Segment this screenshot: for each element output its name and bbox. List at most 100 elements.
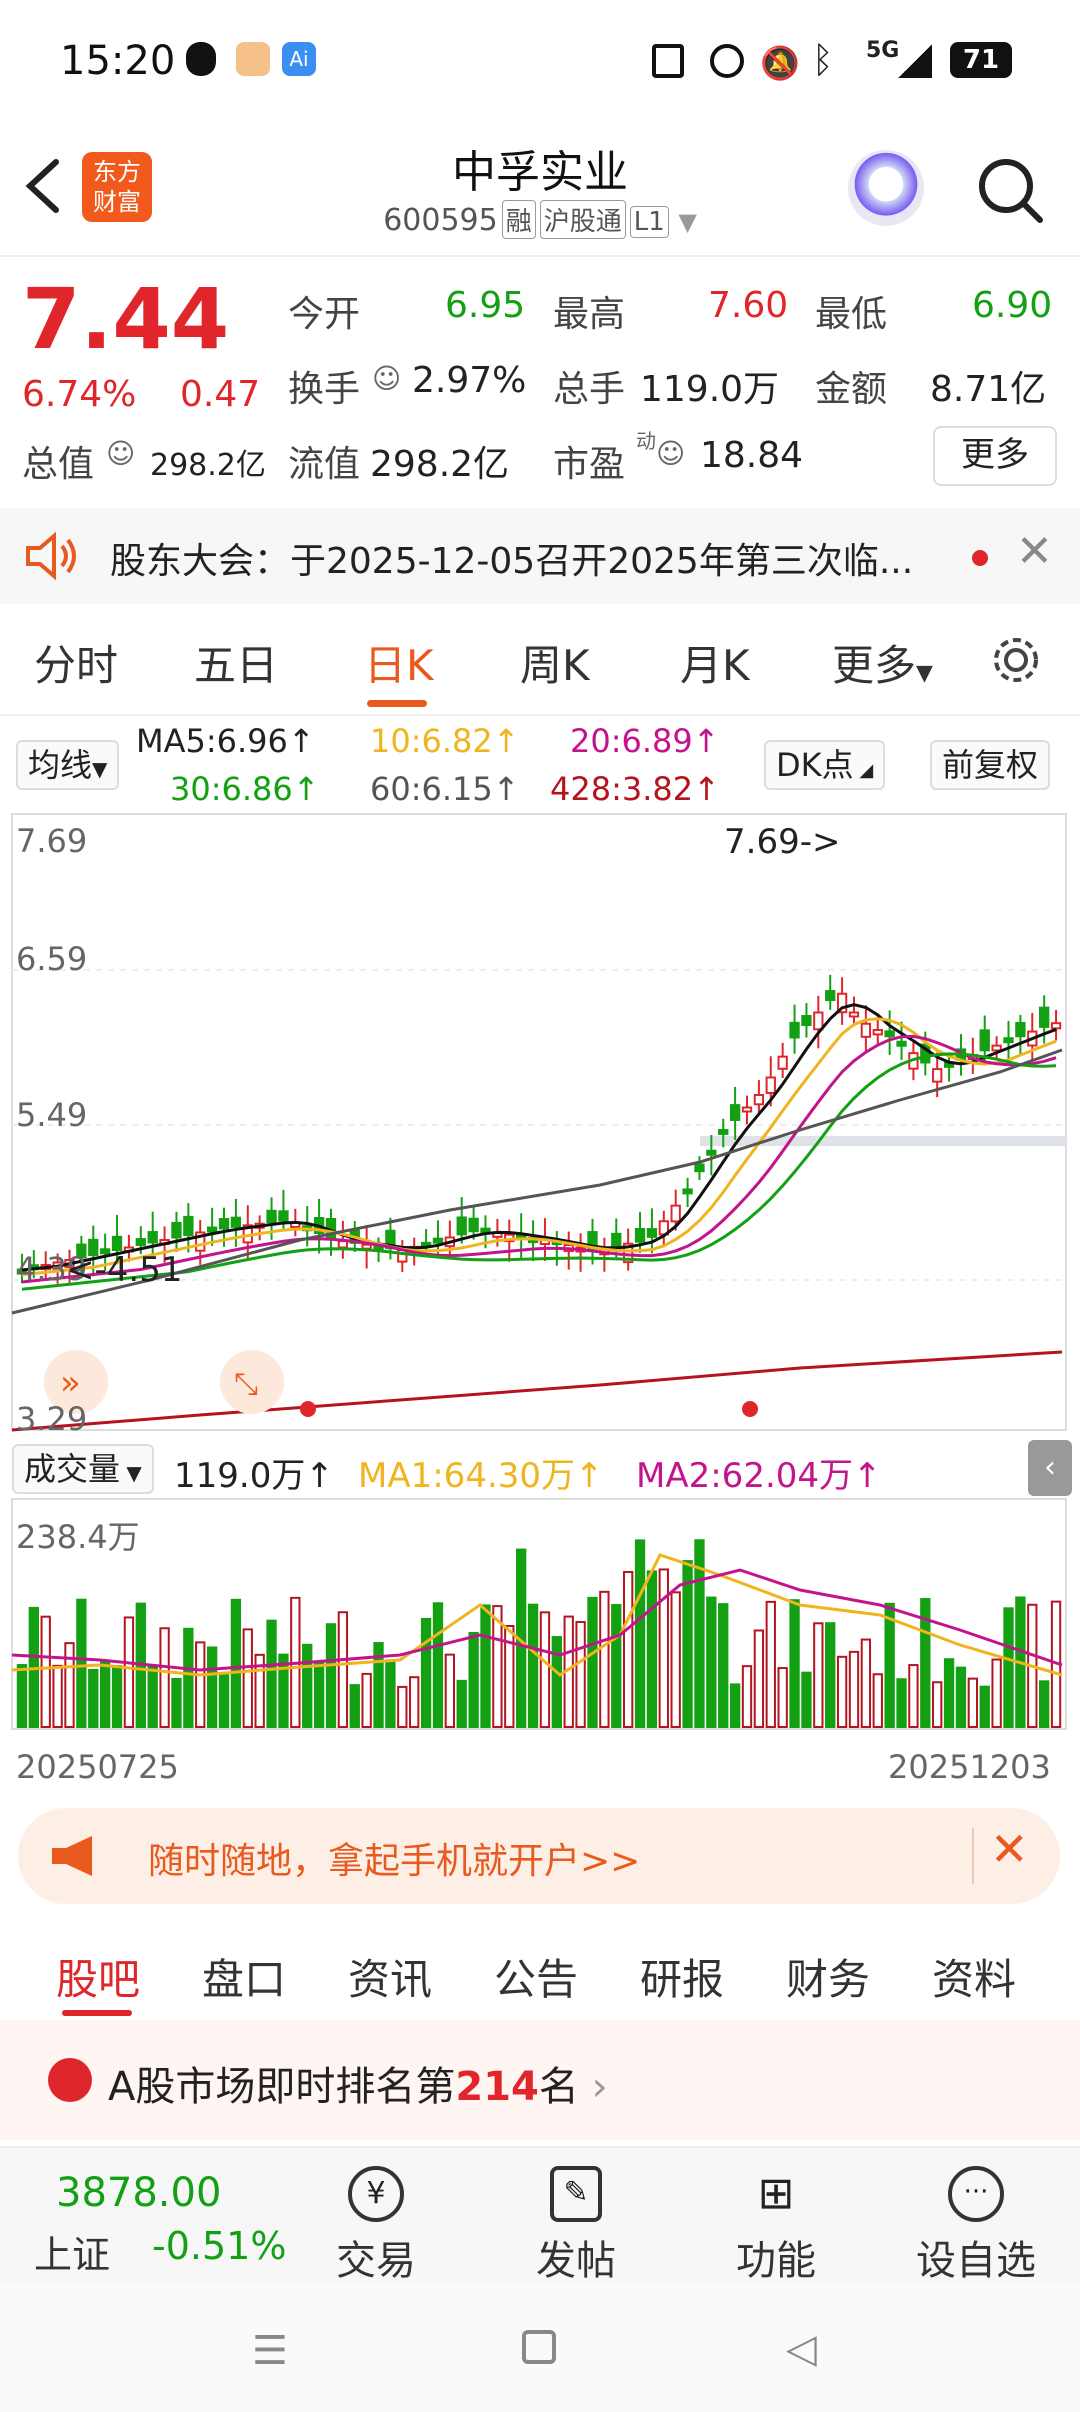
volume-selector[interactable]: 成交量 ▼ — [12, 1444, 154, 1494]
volume-value: 119.0万 — [640, 369, 780, 410]
functions-button[interactable]: ⊞ 功能 — [706, 2166, 846, 2286]
volume-bar — [230, 1598, 242, 1728]
turnover-label: 换手 — [288, 369, 361, 410]
volume-bar — [860, 1638, 872, 1728]
tab-weekly-k[interactable]: 周K — [520, 632, 590, 693]
adjust-button[interactable]: 前复权 — [930, 740, 1051, 790]
tag-connect: 沪股通 — [539, 200, 626, 239]
tab-five-day[interactable]: 五日 — [194, 632, 278, 693]
nfc-icon — [652, 44, 684, 78]
candle — [718, 1128, 729, 1135]
tab-order-book[interactable]: 盘口 — [202, 1946, 286, 2007]
close-icon[interactable]: ✕ — [990, 1822, 1029, 1876]
bluetooth-icon: ᛒ — [812, 40, 834, 81]
y-label-max: 7.69 — [16, 822, 88, 860]
active-tab-indicator — [367, 700, 427, 707]
home-icon[interactable] — [522, 2330, 556, 2364]
volume-bar — [64, 1642, 75, 1728]
chevron-down-icon: ▼ — [916, 661, 933, 686]
volume-today: 119.0万↑ — [174, 1456, 334, 1496]
candle — [813, 1011, 824, 1031]
add-watchlist-button[interactable]: ··· 设自选 — [906, 2166, 1046, 2286]
candle — [979, 1029, 990, 1052]
tab-profile[interactable]: 资料 — [932, 1946, 1016, 2007]
tab-news[interactable]: 资讯 — [348, 1946, 432, 2007]
amount-label: 金额 — [815, 369, 888, 410]
trade-button[interactable]: ¥ 交易 — [306, 2166, 446, 2286]
robot-avatar[interactable] — [848, 150, 924, 226]
index-value[interactable]: 3878.00 — [56, 2170, 221, 2216]
volume-chart[interactable] — [0, 1495, 1080, 1735]
rank-prefix: A股市场即时排名第 — [108, 2064, 456, 2110]
notice-bar[interactable]: 股东大会：于2025-12-05召开2025年第三次临... ✕ — [0, 508, 1080, 604]
volume-bar — [218, 1674, 230, 1728]
index-change[interactable]: -0.51% — [152, 2224, 286, 2268]
post-button[interactable]: ✎ 发帖 — [506, 2166, 646, 2286]
tab-daily-k[interactable]: 日K — [364, 632, 434, 693]
rank-suffix: 名 — [538, 2064, 579, 2110]
event-dot[interactable] — [300, 1401, 316, 1417]
volume-bar — [622, 1570, 634, 1729]
event-dot[interactable] — [742, 1401, 758, 1417]
ma5: MA5:6.96↑ — [136, 722, 315, 760]
tab-research[interactable]: 研报 — [640, 1946, 724, 2007]
volume-ma1: MA1:64.30万↑ — [358, 1456, 604, 1496]
dk-button[interactable]: DK点 ◢ — [764, 740, 886, 790]
tab-finance[interactable]: 财务 — [786, 1946, 870, 2007]
info-icon[interactable]: ☺ — [106, 437, 135, 470]
collapse-panel-button[interactable]: ‹ — [1028, 1440, 1072, 1496]
index-name[interactable]: 上证 — [34, 2224, 110, 2279]
tab-more-label: 更多 — [832, 641, 917, 690]
fullscreen-icon: ⤡ — [234, 1367, 258, 1402]
volume-bar — [397, 1685, 408, 1728]
tab-more[interactable]: 更多▼ — [832, 632, 933, 693]
ma20: 20:6.89↑ — [570, 722, 720, 760]
close-icon[interactable]: ✕ — [1016, 526, 1053, 577]
candle — [611, 1232, 622, 1247]
tag-margin: 融 — [501, 200, 536, 239]
speaker-icon — [26, 532, 76, 580]
high-value: 7.60 — [708, 285, 789, 326]
search-icon[interactable] — [976, 156, 1046, 226]
volume-bar — [825, 1622, 836, 1729]
tab-forum[interactable]: 股吧 — [56, 1946, 140, 2007]
edit-icon: ✎ — [550, 2166, 602, 2222]
candle — [278, 1210, 289, 1222]
open-account-banner[interactable]: 随时随地，拿起手机就开户>> ✕ — [18, 1808, 1060, 1904]
functions-label: 功能 — [736, 2238, 816, 2284]
y-label: 6.59 — [16, 940, 88, 978]
back-nav-icon[interactable]: ◁ — [786, 2326, 817, 2372]
gear-icon[interactable] — [988, 632, 1044, 688]
tab-monthly-k[interactable]: 月K — [680, 632, 750, 693]
volume-bar — [16, 1664, 28, 1728]
more-dots-icon: ··· — [948, 2166, 1004, 2222]
candle — [111, 1235, 123, 1251]
tab-announcements[interactable]: 公告 — [494, 1946, 578, 2007]
market-rank-card[interactable]: A股市场即时排名第214名 › — [0, 2020, 1080, 2140]
volume-bar — [1003, 1607, 1014, 1728]
trade-label: 交易 — [336, 2238, 416, 2284]
open-value: 6.95 — [445, 285, 526, 326]
kline-chart[interactable]: » ⤡ — [0, 810, 1080, 1435]
menu-icon[interactable]: ☰ — [252, 2328, 288, 2374]
more-button[interactable]: 更多 — [933, 426, 1057, 486]
divider — [972, 1828, 974, 1884]
volume-bar — [183, 1627, 194, 1728]
volume-bar — [111, 1665, 123, 1728]
candle — [860, 1022, 872, 1038]
volume-max-label: 238.4万 — [16, 1518, 140, 1556]
volume-bar — [242, 1628, 253, 1728]
volume-bar — [527, 1603, 539, 1728]
candle — [468, 1217, 479, 1233]
info-icon[interactable]: ☺ — [372, 362, 401, 395]
low-marker: <-4.51 — [66, 1250, 183, 1290]
volume-bar — [409, 1676, 420, 1729]
ma-selector[interactable]: 均线▼ — [16, 740, 120, 790]
chevron-down-icon: ▼ — [120, 1461, 142, 1485]
volume-bar — [706, 1596, 717, 1728]
tab-intraday[interactable]: 分时 — [34, 632, 118, 693]
ma60: 60:6.15↑ — [370, 770, 520, 808]
volume-bar — [147, 1664, 158, 1729]
info-icon[interactable]: ☺ — [656, 437, 685, 470]
mute-icon: 🔕 — [760, 44, 800, 82]
